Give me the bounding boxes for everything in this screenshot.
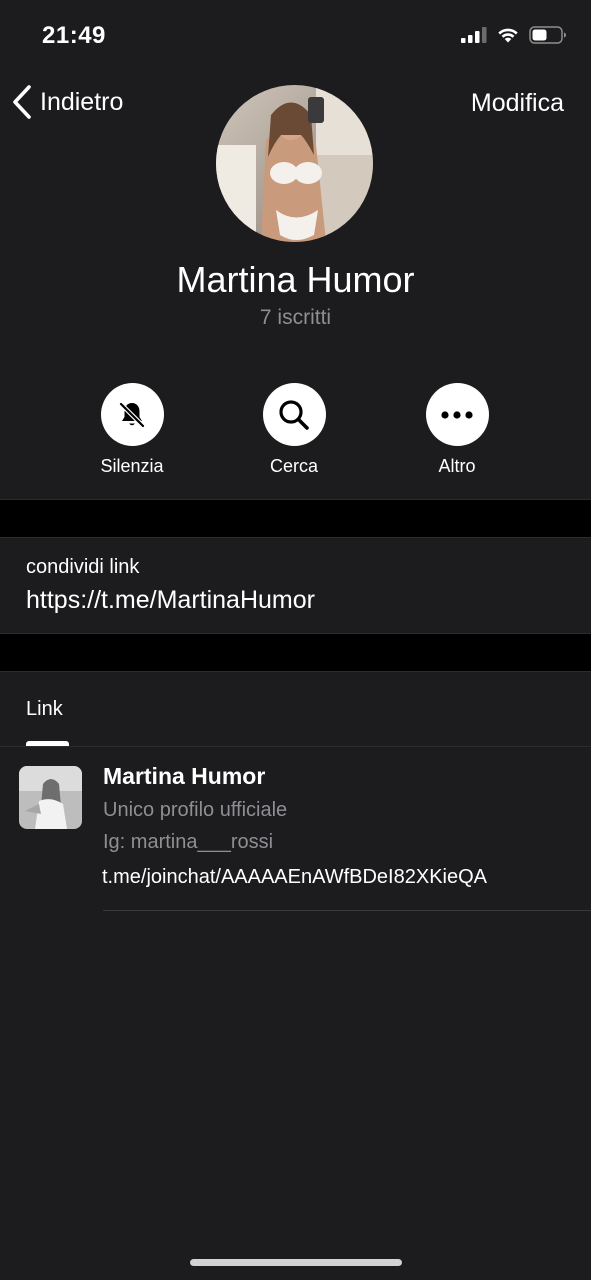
more-icon <box>441 410 473 419</box>
battery-icon <box>529 26 566 44</box>
share-link-url[interactable]: https://t.me/MartinaHumor <box>26 586 315 615</box>
status-bar: 21:49 <box>0 0 591 70</box>
search-circle <box>262 383 326 446</box>
share-link-section[interactable]: condividi link https://t.me/MartinaHumor <box>0 538 591 634</box>
channel-avatar[interactable] <box>216 85 373 242</box>
back-label: Indietro <box>40 87 124 116</box>
status-icons <box>461 26 567 44</box>
subscriber-count: 7 iscritti <box>259 306 332 329</box>
mute-label: Silenzia <box>100 456 164 476</box>
home-indicator[interactable] <box>190 1259 402 1266</box>
divider <box>0 671 591 672</box>
more-label: Altro <box>438 456 476 476</box>
link-description: Unico profilo ufficiale <box>103 799 288 821</box>
channel-name: Martina Humor <box>176 259 415 300</box>
edit-button[interactable]: Modifica <box>471 89 564 118</box>
signal-icon <box>461 27 487 43</box>
more-button[interactable]: Altro <box>397 383 517 477</box>
link-title: Martina Humor <box>103 763 266 789</box>
back-button[interactable]: Indietro <box>12 84 123 120</box>
avatar-photo <box>216 85 373 242</box>
more-circle <box>425 383 489 446</box>
action-bar: Silenzia Cerca Altro <box>0 383 591 483</box>
status-time: 21:49 <box>42 22 106 49</box>
wifi-icon <box>498 28 518 43</box>
link-thumbnail <box>19 766 82 829</box>
tab-link[interactable]: Link <box>26 698 63 721</box>
mute-circle <box>100 383 164 446</box>
channel-info-screen: 21:49 Indietro Modifica Martina Humor 7 … <box>0 0 591 1280</box>
item-separator <box>103 910 591 911</box>
share-link-title: condividi link <box>26 556 140 578</box>
section-gap <box>0 634 591 671</box>
search-button[interactable]: Cerca <box>234 383 354 477</box>
link-url[interactable]: t.me/joinchat/AAAAAEnAWfBDeI82XKieQA <box>102 866 487 889</box>
mute-button[interactable]: Silenzia <box>72 383 192 477</box>
search-icon <box>279 399 309 430</box>
list-item[interactable]: Martina Humor Unico profilo ufficiale Ig… <box>0 747 591 911</box>
search-label: Cerca <box>269 456 318 476</box>
link-description-ig: Ig: martina___rossi <box>103 831 274 853</box>
chevron-left-icon <box>13 85 31 119</box>
bell-slash-icon <box>118 401 146 428</box>
section-gap <box>0 500 591 537</box>
